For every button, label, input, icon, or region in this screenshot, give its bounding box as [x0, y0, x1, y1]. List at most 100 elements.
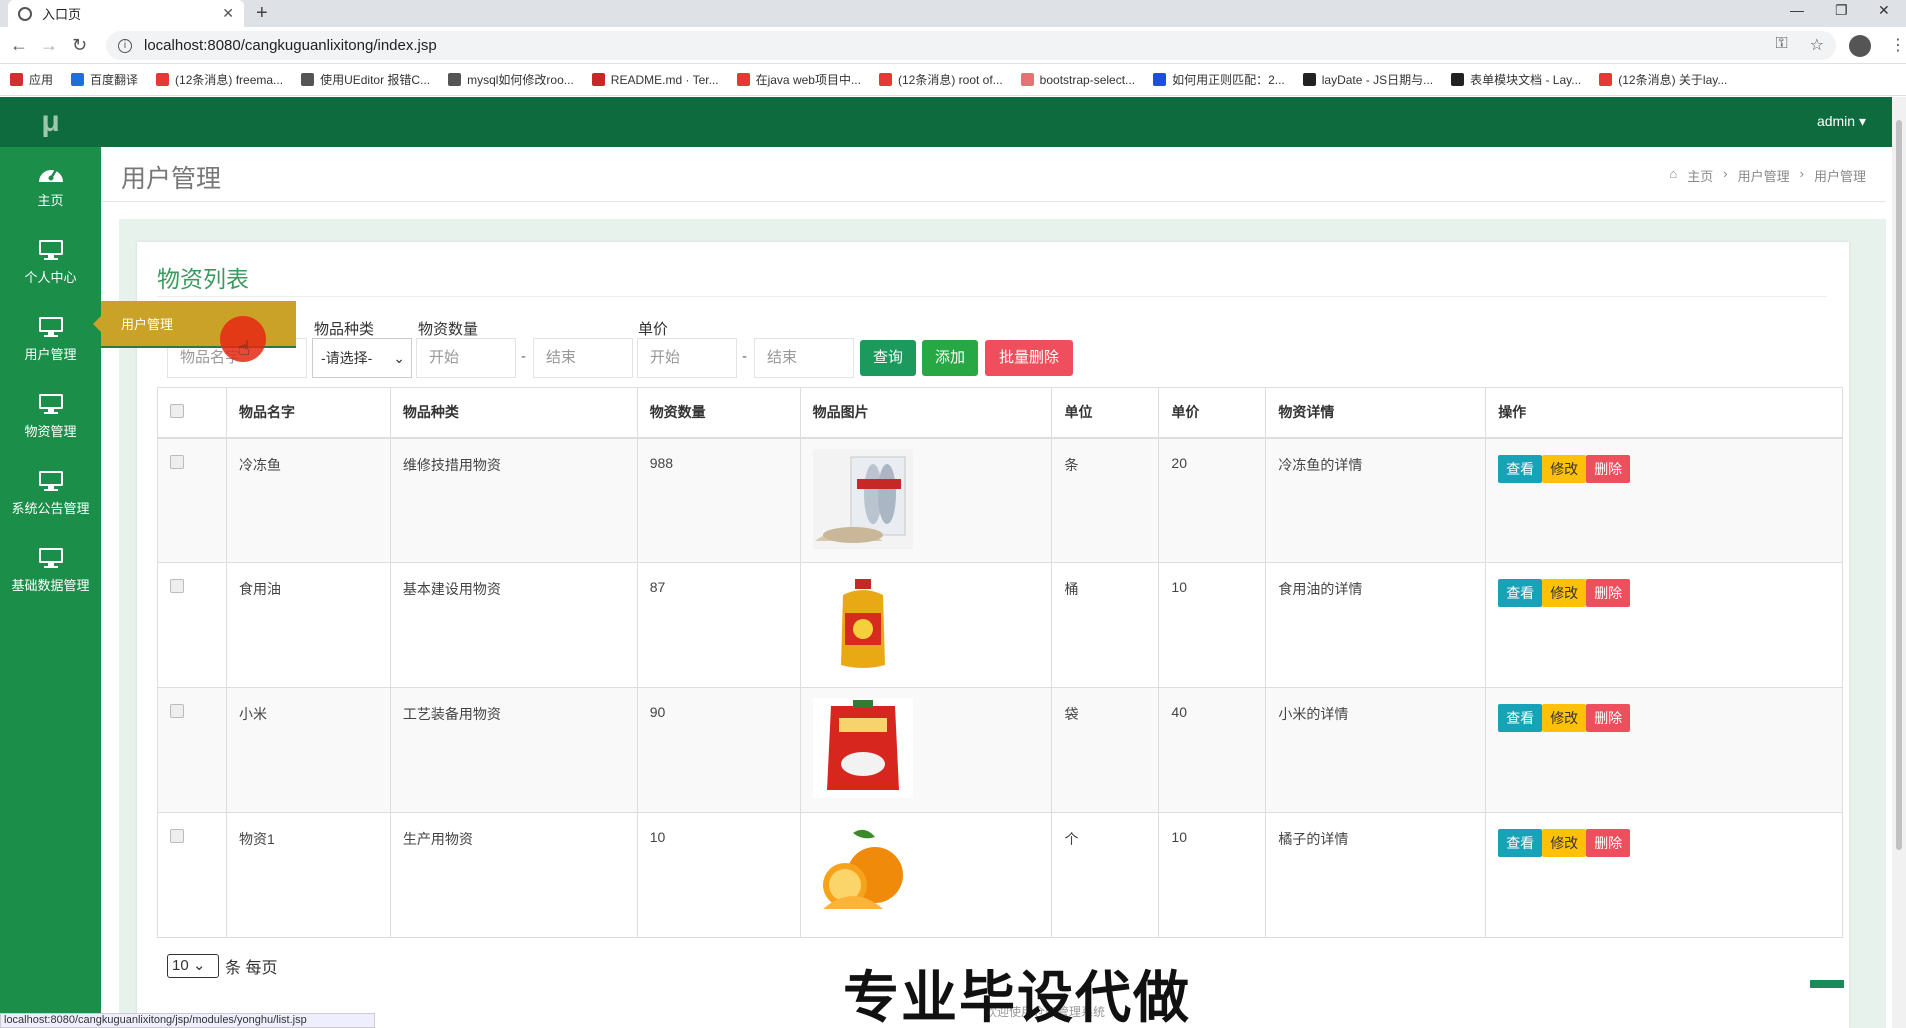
- view-button[interactable]: 查看: [1498, 579, 1543, 607]
- url-input[interactable]: i localhost:8080/cangkuguanlixitong/inde…: [106, 31, 1836, 60]
- select-all-cell: [157, 387, 227, 439]
- bookmark-item[interactable]: 百度翻译: [71, 71, 138, 88]
- browser-tab[interactable]: 入口页 ✕: [8, 0, 244, 27]
- reload-icon[interactable]: ↻: [72, 35, 87, 56]
- minimize-icon[interactable]: —: [1790, 2, 1804, 18]
- page-size-suffix: 条 每页: [225, 960, 278, 977]
- sidebar-item-label: 物资管理: [24, 424, 77, 439]
- bookmark-item[interactable]: (12条消息) root of...: [878, 71, 1003, 88]
- bookmark-icon: [591, 73, 605, 86]
- bookmark-item[interactable]: (12条消息) freema...: [156, 71, 283, 88]
- forward-icon[interactable]: →: [40, 35, 58, 56]
- sidebar-item-label: 系统公告管理: [11, 501, 90, 516]
- row-checkbox[interactable]: [170, 829, 184, 843]
- menu-icon[interactable]: ⋮: [1890, 35, 1906, 55]
- bookmark-label: (12条消息) root of...: [897, 73, 1003, 87]
- cell-name: 物资1: [225, 812, 391, 938]
- bookmark-item[interactable]: layDate - JS日期与...: [1302, 71, 1434, 88]
- column-header: 单价: [1158, 387, 1267, 439]
- qty-end-input[interactable]: 结束: [533, 338, 633, 378]
- bookmark-item[interactable]: 表单模块文档 - Lay...: [1451, 71, 1581, 88]
- search-button[interactable]: 查询: [860, 340, 916, 376]
- back-icon[interactable]: ←: [10, 35, 28, 56]
- bookmark-item[interactable]: (12条消息) 关于lay...: [1599, 71, 1727, 88]
- monitor-icon: [36, 393, 66, 415]
- bookmark-icon: [1599, 73, 1613, 86]
- column-header: 物资数量: [636, 387, 801, 439]
- edit-button[interactable]: 修改: [1542, 829, 1587, 857]
- bookmark-icon: [1153, 73, 1167, 86]
- close-icon[interactable]: ✕: [222, 5, 234, 22]
- window-close-icon[interactable]: ✕: [1878, 2, 1890, 19]
- sidebar-item[interactable]: 用户管理: [0, 304, 101, 381]
- new-tab-icon[interactable]: +: [256, 2, 268, 25]
- edit-button[interactable]: 修改: [1542, 704, 1587, 732]
- monitor-icon: [36, 239, 66, 261]
- batch-delete-button[interactable]: 批量删除: [985, 340, 1073, 376]
- cell-category: 维修技措用物资: [389, 437, 638, 563]
- bookmark-item[interactable]: 使用UEditor 报错C...: [301, 71, 430, 88]
- delete-button[interactable]: 删除: [1586, 829, 1631, 857]
- range-dash: -: [521, 348, 526, 365]
- category-select[interactable]: -请选择- ⌄: [312, 338, 412, 378]
- row-checkbox[interactable]: [170, 454, 184, 469]
- cell-image: [799, 812, 1053, 938]
- star-icon[interactable]: ☆: [1810, 35, 1824, 55]
- page-size-select[interactable]: 10 ⌄: [167, 954, 219, 978]
- edit-button[interactable]: 修改: [1542, 579, 1587, 607]
- scrollbar-thumb[interactable]: [1896, 120, 1902, 850]
- bookmark-item[interactable]: 在java web项目中...: [736, 71, 861, 88]
- price-end-input[interactable]: 结束: [754, 338, 854, 378]
- view-button[interactable]: 查看: [1498, 829, 1543, 857]
- bookmark-item[interactable]: 应用: [10, 71, 53, 88]
- bookmark-icon: [1302, 73, 1316, 86]
- nav-popup-users[interactable]: 用户管理: [101, 301, 296, 348]
- info-icon[interactable]: i: [118, 38, 132, 53]
- page-header: 用户管理 ⌂ 主页 › 用户管理 › 用户管理: [101, 147, 1886, 202]
- table-row: 食用油 基本建设用物资 87 桶 10 食用油的详情 查看 修改 删除: [157, 562, 1843, 688]
- row-checkbox[interactable]: [170, 704, 184, 718]
- sidebar-item[interactable]: 主页: [0, 150, 101, 227]
- bookmark-label: 应用: [29, 73, 54, 87]
- edit-button[interactable]: 修改: [1542, 454, 1587, 483]
- sidebar-item[interactable]: 个人中心: [0, 227, 101, 304]
- sidebar-item[interactable]: 系统公告管理: [0, 458, 101, 535]
- cooking-oil-image: [812, 573, 913, 673]
- sidebar-item[interactable]: 基础数据管理: [0, 535, 101, 612]
- price-start-input[interactable]: 开始: [637, 338, 737, 378]
- row-checkbox[interactable]: [170, 579, 184, 593]
- bookmark-label: 在java web项目中...: [755, 73, 861, 87]
- delete-button[interactable]: 删除: [1586, 579, 1631, 607]
- add-button[interactable]: 添加: [922, 340, 978, 376]
- bookmark-item[interactable]: 如何用正则匹配：2...: [1153, 71, 1285, 88]
- profile-avatar[interactable]: [1849, 35, 1871, 57]
- view-button[interactable]: 查看: [1498, 454, 1543, 483]
- bookmark-item[interactable]: bootstrap-select...: [1020, 73, 1135, 87]
- cell-price: 20: [1158, 437, 1267, 563]
- cell-unit: 个: [1051, 812, 1160, 938]
- qty-start-input[interactable]: 开始: [416, 338, 516, 378]
- page-title: 用户管理: [121, 165, 222, 193]
- sidebar-item[interactable]: 物资管理: [0, 381, 101, 458]
- restore-icon[interactable]: ❐: [1835, 2, 1848, 19]
- bookmark-item[interactable]: README.md · Ter...: [591, 73, 719, 87]
- url-text: localhost:8080/cangkuguanlixitong/index.…: [144, 37, 437, 54]
- row-select-cell: [157, 562, 227, 688]
- bookmark-item[interactable]: mysql如何修改roo...: [448, 71, 574, 88]
- view-button[interactable]: 查看: [1498, 704, 1543, 732]
- divider: [157, 296, 1827, 297]
- delete-button[interactable]: 删除: [1586, 454, 1631, 483]
- breadcrumb-home[interactable]: 主页: [1687, 166, 1713, 185]
- select-all-checkbox[interactable]: [170, 403, 184, 418]
- price-label: 单价: [638, 321, 669, 338]
- bookmark-label: layDate - JS日期与...: [1321, 73, 1434, 87]
- bookmark-label: (12条消息) 关于lay...: [1618, 73, 1728, 87]
- key-icon[interactable]: ⚿: [1775, 35, 1787, 55]
- bookmark-icon: [156, 73, 170, 86]
- breadcrumb-item[interactable]: 用户管理: [1738, 166, 1790, 185]
- delete-button[interactable]: 删除: [1586, 704, 1631, 732]
- materials-table: 物品名字 物品种类 物资数量 物品图片 单位 单价 物资详情 操作 冷冻鱼 维修…: [157, 387, 1843, 938]
- table-header-row: 物品名字 物品种类 物资数量 物品图片 单位 单价 物资详情 操作: [157, 387, 1843, 439]
- admin-dropdown[interactable]: admin ▾: [1817, 113, 1866, 130]
- bookmark-label: mysql如何修改roo...: [467, 73, 574, 87]
